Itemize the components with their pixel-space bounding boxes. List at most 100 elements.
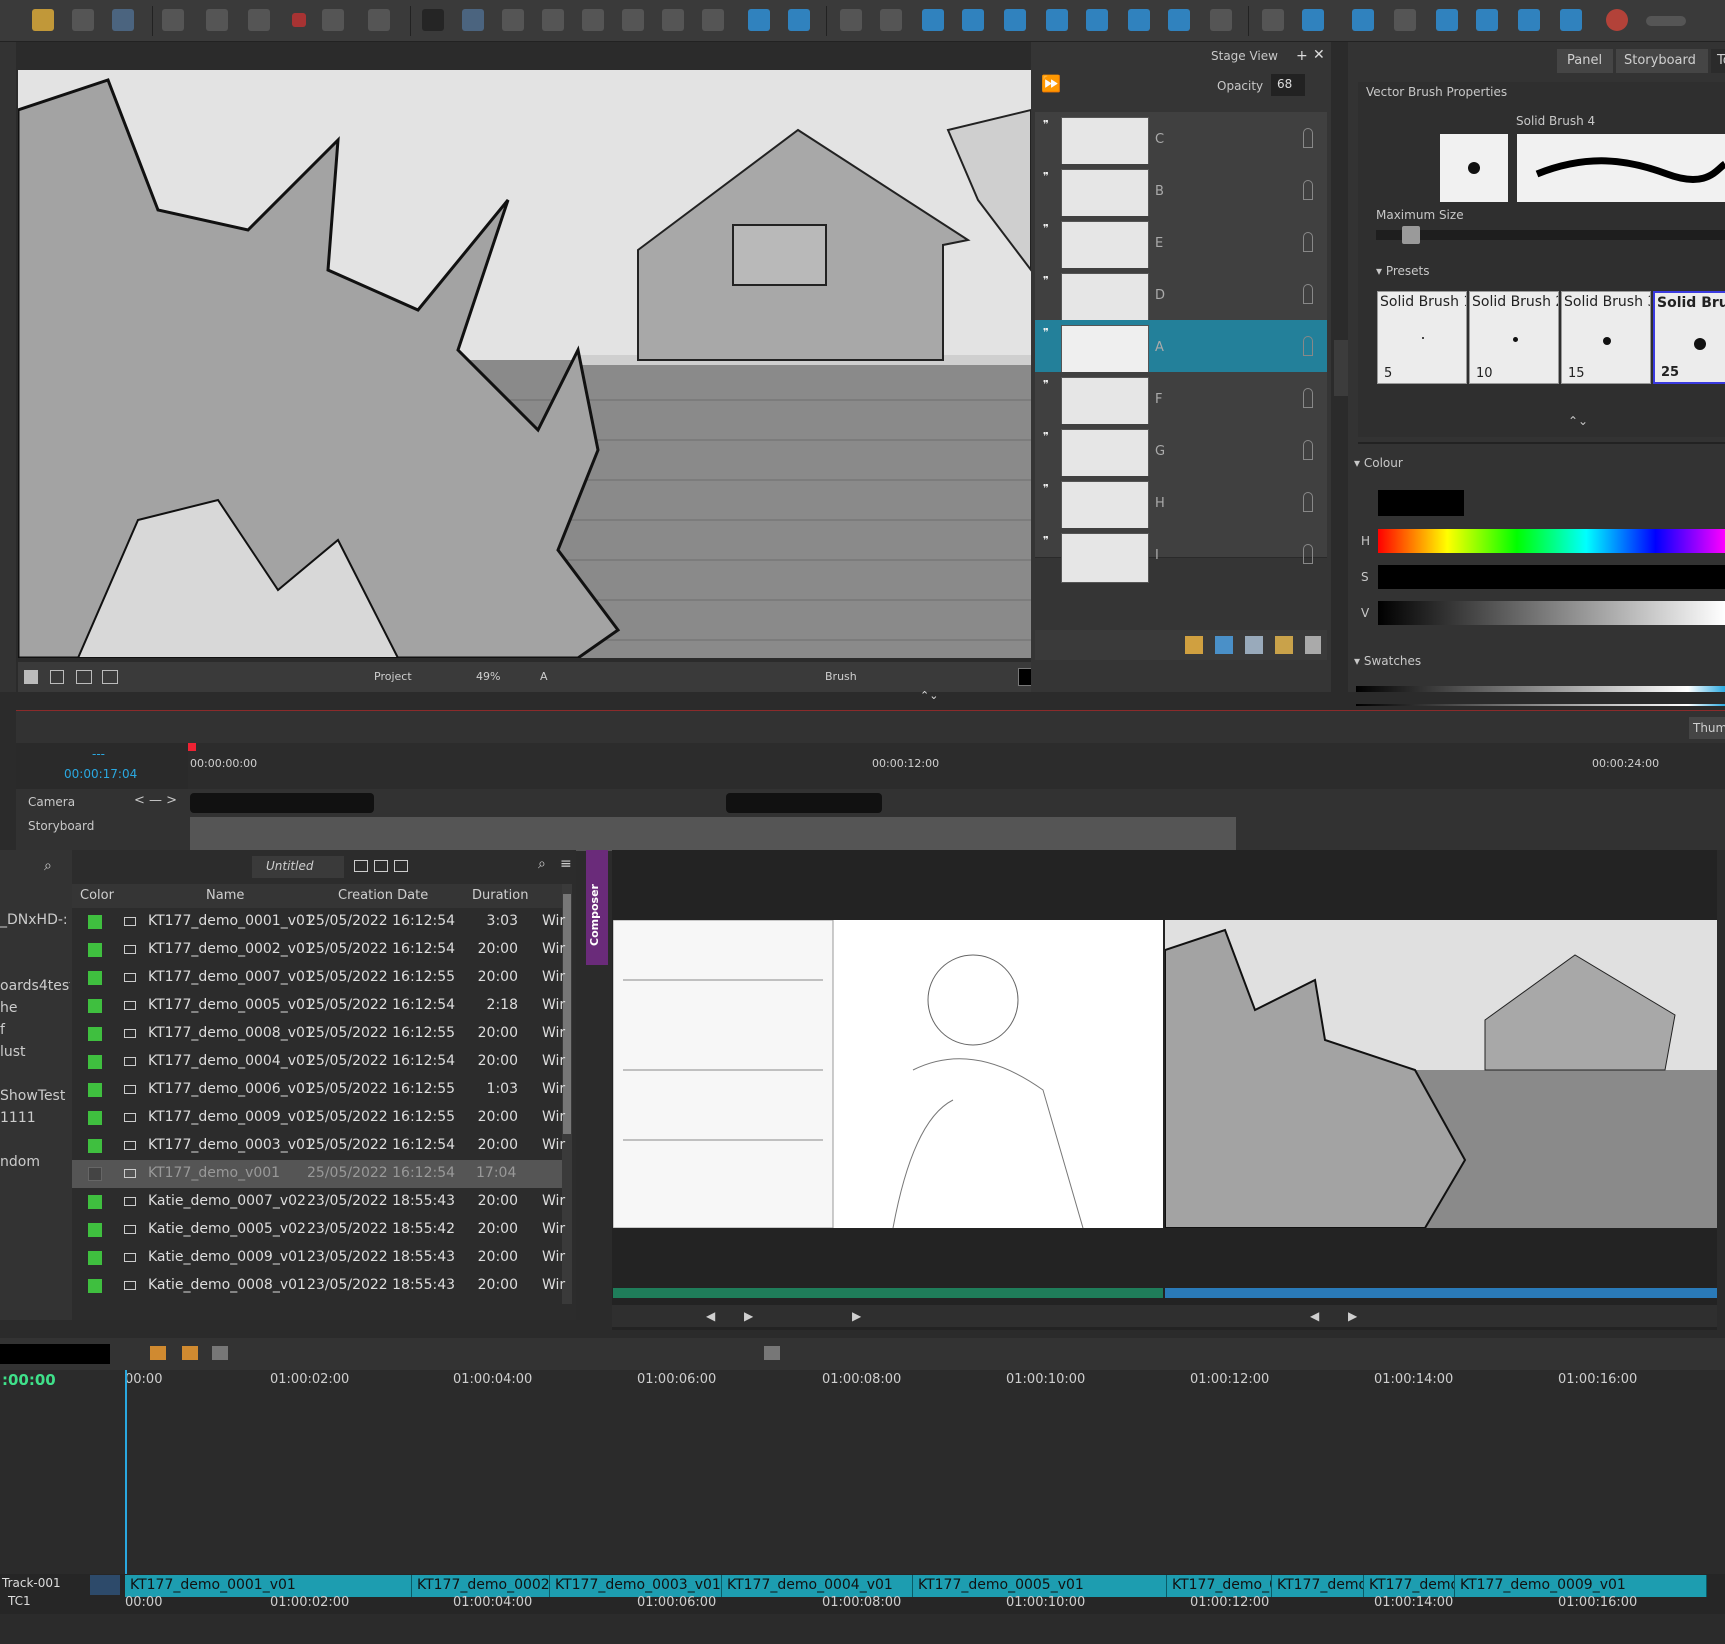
add-view-icon[interactable]: + xyxy=(1296,48,1308,64)
camera-clip[interactable] xyxy=(190,793,374,813)
brush-preset[interactable]: Solid Brush 4 25 xyxy=(1653,291,1725,384)
duplicate-layer-icon[interactable] xyxy=(1245,636,1263,654)
grid-view-icon[interactable] xyxy=(374,860,388,872)
track-monitor-toggle[interactable] xyxy=(90,1575,120,1595)
track-storyboard[interactable]: Storyboard xyxy=(28,819,94,833)
lock-icon[interactable] xyxy=(1303,284,1313,304)
color-swatch[interactable] xyxy=(88,1111,102,1125)
layer-row[interactable]: ❞ D xyxy=(1035,268,1327,324)
redo-icon[interactable] xyxy=(368,9,390,31)
save-icon[interactable] xyxy=(72,9,94,31)
camera-zoom-icon[interactable] xyxy=(1046,9,1068,31)
brush-preset[interactable]: Solid Brush 3 15 xyxy=(1561,291,1651,384)
bin-title[interactable]: Untitled xyxy=(252,856,344,878)
visibility-icon[interactable]: ❞ xyxy=(1043,222,1049,235)
col-color[interactable]: Color xyxy=(80,888,114,903)
camera-clip[interactable] xyxy=(726,793,882,813)
add-layer-icon[interactable] xyxy=(1185,636,1203,654)
layer-row[interactable]: ❞ A xyxy=(1035,320,1327,376)
table-row[interactable]: KT177_demo_0005_v01 25/05/2022 16:12:54 2:… xyxy=(72,992,565,1020)
splice-icon[interactable] xyxy=(150,1346,166,1360)
col-name[interactable]: Name xyxy=(206,888,244,903)
paste-icon[interactable] xyxy=(248,9,270,31)
track-camera[interactable]: Camera xyxy=(28,795,75,809)
sound-icon[interactable] xyxy=(1518,9,1540,31)
visibility-icon[interactable]: ❞ xyxy=(1043,430,1049,443)
table-row[interactable]: Katie_demo_0008_v01 23/05/2022 18:55:43 20… xyxy=(72,1272,565,1300)
table-row[interactable]: Katie_demo_0005_v02 23/05/2022 18:55:42 20… xyxy=(72,1216,565,1244)
frame-icon[interactable] xyxy=(622,9,644,31)
lock-icon[interactable] xyxy=(1303,388,1313,408)
layer-row[interactable]: ❞ G xyxy=(1035,424,1327,480)
camera-nav-icon[interactable]: < — > xyxy=(134,793,177,808)
splitter[interactable]: ⌃⌄ xyxy=(0,689,1725,704)
panel-icon[interactable] xyxy=(582,9,604,31)
details-view-icon[interactable] xyxy=(394,860,408,872)
lock-icon[interactable] xyxy=(1303,128,1313,148)
record-scrubber[interactable] xyxy=(1165,1288,1717,1298)
play-button-icon[interactable]: ▶ xyxy=(852,1309,861,1323)
stage-canvas[interactable] xyxy=(18,70,1031,658)
col-creation-date[interactable]: Creation Date xyxy=(338,888,428,903)
visibility-icon[interactable]: ❞ xyxy=(1043,378,1049,391)
film-icon[interactable] xyxy=(702,9,724,31)
playhead[interactable] xyxy=(188,743,196,751)
camera-tilt-icon[interactable] xyxy=(1004,9,1026,31)
tab-storyboard[interactable]: Storyboard xyxy=(1616,49,1708,73)
source-scrubber[interactable] xyxy=(613,1288,1163,1298)
visibility-icon[interactable]: ❞ xyxy=(1043,534,1049,547)
value-slider[interactable] xyxy=(1378,601,1725,625)
bin-sidebar-item[interactable]: 1111 xyxy=(0,1110,70,1126)
lock-icon[interactable] xyxy=(1303,440,1313,460)
timeline-clip[interactable]: KT177_demo_0001_v01 xyxy=(125,1575,412,1597)
bin-sidebar-item[interactable]: oards4test xyxy=(0,978,70,994)
zoom-out-icon[interactable] xyxy=(748,9,770,31)
grid-toggle-icon[interactable] xyxy=(50,670,64,684)
record-viewer[interactable] xyxy=(1164,920,1717,1229)
zoom-in-icon[interactable] xyxy=(788,9,810,31)
bin-sidebar-item[interactable]: ndom xyxy=(0,1154,70,1170)
tab-tool[interactable]: Tool xyxy=(1711,49,1725,73)
timeline-clip[interactable]: KT177_demo_0005_v01 xyxy=(913,1575,1167,1597)
saturation-slider[interactable] xyxy=(1378,565,1725,589)
camera-center-icon[interactable] xyxy=(1168,9,1190,31)
camera-move-icon[interactable] xyxy=(962,9,984,31)
table-row[interactable]: KT177_demo_v001 25/05/2022 16:12:54 17:04 xyxy=(72,1160,562,1188)
table-row[interactable]: KT177_demo_0006_v01 25/05/2022 16:12:55 1:… xyxy=(72,1076,565,1104)
previous-frame-icon[interactable] xyxy=(1262,9,1284,31)
list-view-icon[interactable] xyxy=(354,860,368,872)
timeline-clip[interactable]: KT177_demo_0007_v01 xyxy=(1272,1575,1364,1597)
reset-view-icon[interactable] xyxy=(24,670,38,684)
cut-icon[interactable] xyxy=(162,9,184,31)
delete-icon[interactable] xyxy=(292,13,306,27)
color-swatch[interactable] xyxy=(88,1027,102,1041)
timeline-clip[interactable]: KT177_demo_0003_v01 xyxy=(550,1575,722,1597)
thumbnails-icon[interactable] xyxy=(662,9,684,31)
overwrite-icon[interactable] xyxy=(182,1346,198,1360)
stage-view-tab[interactable]: Stage View xyxy=(1211,49,1278,63)
bin-sidebar-item[interactable]: f xyxy=(0,1022,70,1038)
color-swatch[interactable] xyxy=(88,971,102,985)
table-row[interactable]: KT177_demo_0007_v01 25/05/2022 16:12:55 20… xyxy=(72,964,565,992)
color-swatch[interactable] xyxy=(88,943,102,957)
layer-row[interactable]: ❞ B xyxy=(1035,164,1327,220)
go-to-start-icon[interactable] xyxy=(1352,9,1374,31)
table-row[interactable]: Katie_demo_0009_v01 23/05/2022 18:55:43 20… xyxy=(72,1244,565,1272)
tc-track-name[interactable]: TC1 xyxy=(8,1594,31,1608)
tab-panel[interactable]: Panel xyxy=(1557,49,1613,73)
safe-area-icon[interactable] xyxy=(76,670,92,684)
layer-row[interactable]: ❞ H xyxy=(1035,476,1327,532)
brush-preset[interactable]: Solid Brush 1 5 xyxy=(1377,291,1467,384)
save-all-icon[interactable] xyxy=(112,9,134,31)
undo-icon[interactable] xyxy=(322,9,344,31)
folder-open-icon[interactable] xyxy=(32,9,54,31)
lock-icon[interactable] xyxy=(1303,232,1313,252)
source-viewer[interactable] xyxy=(612,919,1163,1229)
layer-row[interactable]: ❞ F xyxy=(1035,372,1327,428)
camera-truck-icon[interactable] xyxy=(1086,9,1108,31)
text-icon[interactable] xyxy=(764,1346,780,1360)
storyboard-panels-strip[interactable] xyxy=(190,817,1236,851)
color-swatch[interactable] xyxy=(88,1139,102,1153)
bin-search-icon[interactable]: ⌕ xyxy=(538,856,546,872)
panel-splitter[interactable] xyxy=(1334,340,1348,396)
